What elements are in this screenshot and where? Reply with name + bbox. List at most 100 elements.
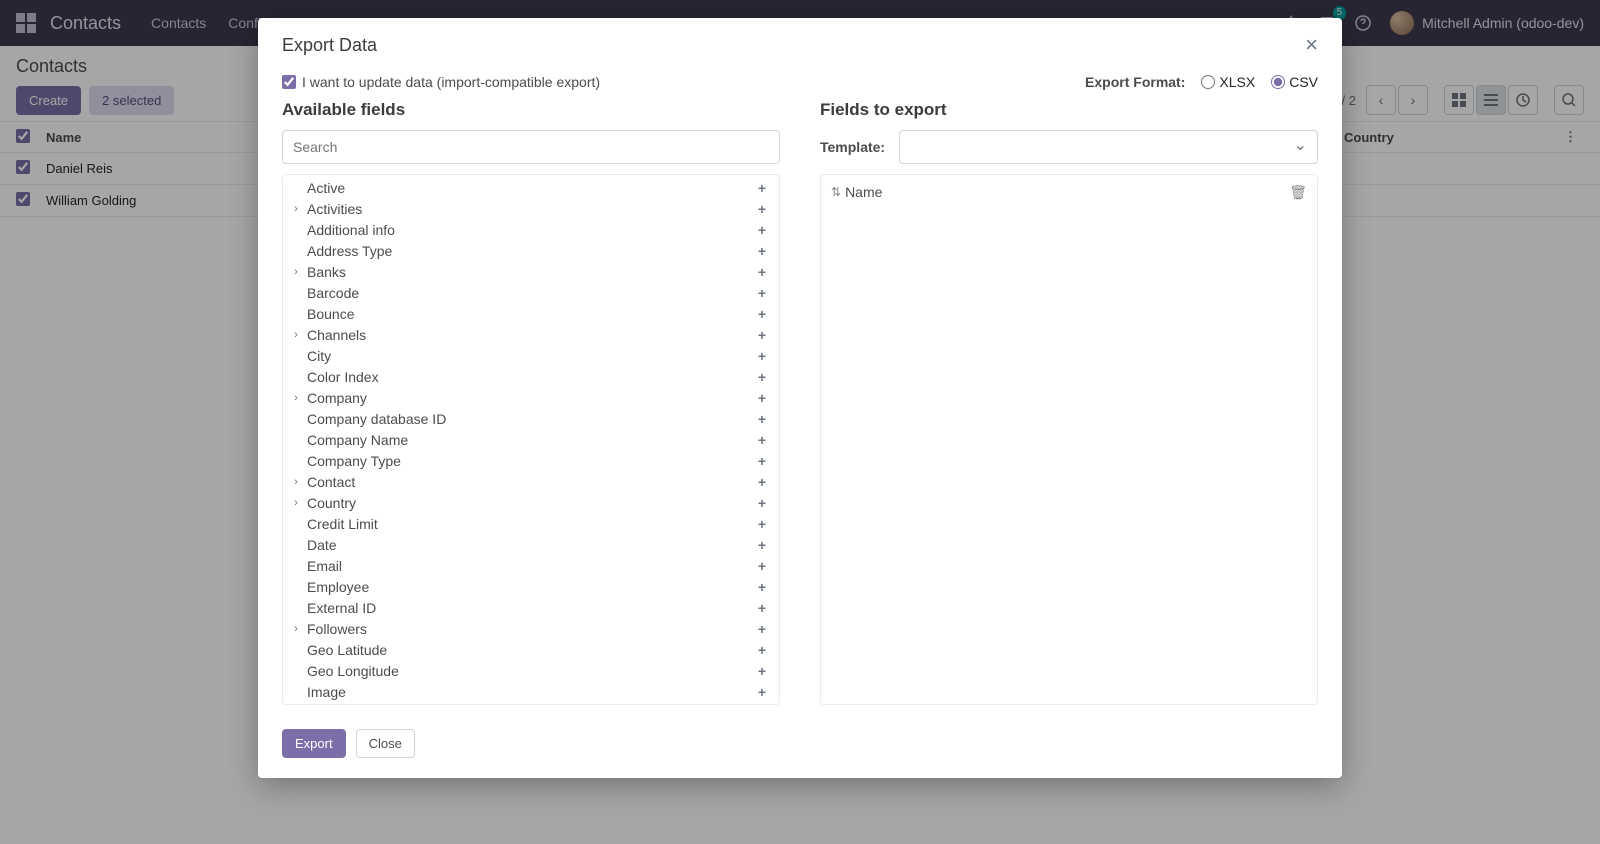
add-field-icon[interactable]: + xyxy=(755,474,769,490)
available-field-item[interactable]: › Company + xyxy=(285,387,777,408)
available-field-item[interactable]: › Channels + xyxy=(285,324,777,345)
add-field-icon[interactable]: + xyxy=(755,684,769,700)
field-label: Followers xyxy=(303,621,755,637)
expand-icon[interactable]: › xyxy=(289,476,303,488)
field-label: Company Type xyxy=(303,453,755,469)
add-field-icon[interactable]: + xyxy=(755,327,769,343)
field-label: Barcode xyxy=(303,285,755,301)
available-field-item[interactable]: City + xyxy=(285,345,777,366)
available-fields-tree[interactable]: Active + › Activities + Additional info … xyxy=(282,174,780,705)
export-button[interactable]: Export xyxy=(282,729,346,758)
available-field-item[interactable]: Company Name + xyxy=(285,429,777,450)
available-field-item[interactable]: Geo Latitude + xyxy=(285,639,777,660)
format-csv-radio[interactable]: CSV xyxy=(1271,74,1318,90)
export-fields-list[interactable]: ⇅ Name 🗑 xyxy=(820,174,1318,705)
available-field-item[interactable]: › Country + xyxy=(285,492,777,513)
add-field-icon[interactable]: + xyxy=(755,180,769,196)
add-field-icon[interactable]: + xyxy=(755,516,769,532)
export-modal: Export Data × I want to update data (imp… xyxy=(258,18,1342,778)
import-compat-label: I want to update data (import-compatible… xyxy=(302,74,600,90)
available-field-item[interactable]: Active + xyxy=(285,177,777,198)
field-label: Contact xyxy=(303,474,755,490)
modal-title: Export Data xyxy=(282,35,377,56)
field-label: Country xyxy=(303,495,755,511)
close-button[interactable]: Close xyxy=(356,729,415,758)
format-xlsx-radio[interactable]: XLSX xyxy=(1201,74,1255,90)
template-label: Template: xyxy=(820,139,885,155)
add-field-icon[interactable]: + xyxy=(755,579,769,595)
field-label: Geo Longitude xyxy=(303,663,755,679)
available-fields-title: Available fields xyxy=(282,100,780,120)
available-field-item[interactable]: Email + xyxy=(285,555,777,576)
field-label: Image xyxy=(303,684,755,700)
available-field-item[interactable]: Address Type + xyxy=(285,240,777,261)
add-field-icon[interactable]: + xyxy=(755,621,769,637)
add-field-icon[interactable]: + xyxy=(755,432,769,448)
field-label: Company Name xyxy=(303,432,755,448)
template-select[interactable] xyxy=(899,130,1318,164)
available-field-item[interactable]: Image + xyxy=(285,681,777,702)
add-field-icon[interactable]: + xyxy=(755,348,769,364)
fields-search-input[interactable] xyxy=(282,130,780,164)
add-field-icon[interactable]: + xyxy=(755,558,769,574)
drag-handle-icon[interactable]: ⇅ xyxy=(831,185,841,199)
available-field-item[interactable]: Geo Longitude + xyxy=(285,660,777,681)
field-label: External ID xyxy=(303,600,755,616)
add-field-icon[interactable]: + xyxy=(755,642,769,658)
available-field-item[interactable]: Credit Limit + xyxy=(285,513,777,534)
close-icon[interactable]: × xyxy=(1305,34,1318,56)
available-field-item[interactable]: › Followers + xyxy=(285,618,777,639)
export-field-item[interactable]: ⇅ Name 🗑 xyxy=(831,181,1307,203)
add-field-icon[interactable]: + xyxy=(755,243,769,259)
add-field-icon[interactable]: + xyxy=(755,495,769,511)
field-label: Bounce xyxy=(303,306,755,322)
field-label: Additional info xyxy=(303,222,755,238)
import-compat-checkbox[interactable]: I want to update data (import-compatible… xyxy=(282,74,600,90)
expand-icon[interactable]: › xyxy=(289,329,303,341)
available-field-item[interactable]: External ID + xyxy=(285,597,777,618)
field-label: Credit Limit xyxy=(303,516,755,532)
field-label: Employee xyxy=(303,579,755,595)
add-field-icon[interactable]: + xyxy=(755,663,769,679)
field-label: Email xyxy=(303,558,755,574)
add-field-icon[interactable]: + xyxy=(755,390,769,406)
available-field-item[interactable]: Additional info + xyxy=(285,219,777,240)
available-field-item[interactable]: › Contact + xyxy=(285,471,777,492)
add-field-icon[interactable]: + xyxy=(755,264,769,280)
add-field-icon[interactable]: + xyxy=(755,537,769,553)
add-field-icon[interactable]: + xyxy=(755,306,769,322)
add-field-icon[interactable]: + xyxy=(755,201,769,217)
field-label: Company database ID xyxy=(303,411,755,427)
field-label: Active xyxy=(303,180,755,196)
add-field-icon[interactable]: + xyxy=(755,222,769,238)
available-field-item[interactable]: Company Type + xyxy=(285,450,777,471)
remove-field-icon[interactable]: 🗑 xyxy=(1289,184,1307,201)
available-field-item[interactable]: Color Index + xyxy=(285,366,777,387)
expand-icon[interactable]: › xyxy=(289,497,303,509)
available-field-item[interactable]: › Activities + xyxy=(285,198,777,219)
modal-overlay: Export Data × I want to update data (imp… xyxy=(0,0,1600,844)
add-field-icon[interactable]: + xyxy=(755,411,769,427)
import-compat-checkbox-input[interactable] xyxy=(282,75,296,89)
available-field-item[interactable]: Bounce + xyxy=(285,303,777,324)
available-field-item[interactable]: Barcode + xyxy=(285,282,777,303)
expand-icon[interactable]: › xyxy=(289,203,303,215)
expand-icon[interactable]: › xyxy=(289,266,303,278)
field-label: Geo Latitude xyxy=(303,642,755,658)
add-field-icon[interactable]: + xyxy=(755,453,769,469)
field-label: City xyxy=(303,348,755,364)
add-field-icon[interactable]: + xyxy=(755,285,769,301)
export-field-label: Name xyxy=(845,184,882,200)
add-field-icon[interactable]: + xyxy=(755,369,769,385)
available-field-item[interactable]: › Banks + xyxy=(285,261,777,282)
expand-icon[interactable]: › xyxy=(289,623,303,635)
available-field-item[interactable]: Company database ID + xyxy=(285,408,777,429)
expand-icon[interactable]: › xyxy=(289,392,303,404)
field-label: Date xyxy=(303,537,755,553)
field-label: Company xyxy=(303,390,755,406)
available-field-item[interactable]: Date + xyxy=(285,534,777,555)
available-field-item[interactable]: Employee + xyxy=(285,576,777,597)
add-field-icon[interactable]: + xyxy=(755,600,769,616)
field-label: Address Type xyxy=(303,243,755,259)
field-label: Color Index xyxy=(303,369,755,385)
